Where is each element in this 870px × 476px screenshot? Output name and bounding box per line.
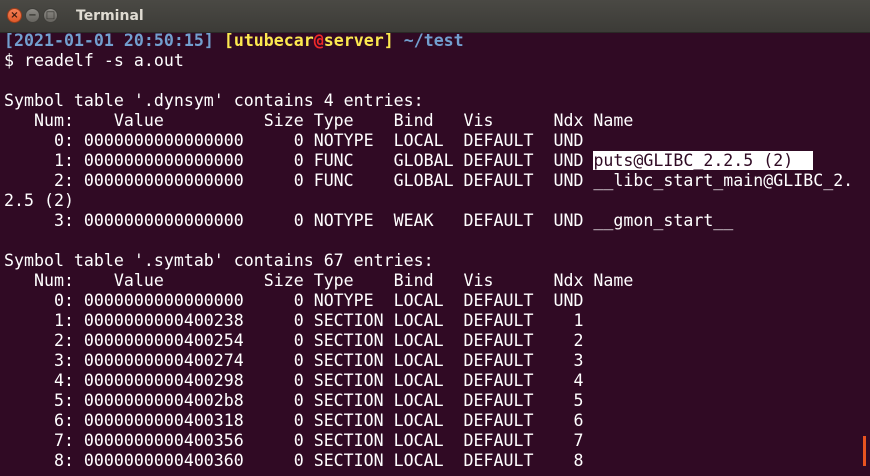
symtab-row: 4: 0000000000400298 0 SECTION LOCAL DEFA… (4, 371, 594, 390)
symtab-row: 3: 0000000000400274 0 SECTION LOCAL DEFA… (4, 351, 594, 370)
terminal-window: × − □ Terminal [2021-01-01 20:50:15] [ut… (0, 0, 870, 476)
text-selection[interactable]: puts@GLIBC_2.2.5 (2) (593, 151, 814, 170)
row-prefix: 1: 0000000000000000 0 FUNC GLOBAL DEFAUL… (4, 151, 594, 170)
minimize-button[interactable]: − (25, 8, 40, 23)
maximize-button[interactable]: □ (43, 8, 58, 23)
prompt-bracket: [ (223, 31, 234, 50)
prompt-host: server (323, 31, 384, 50)
symtab-row: 1: 0000000000400238 0 SECTION LOCAL DEFA… (4, 311, 594, 330)
title-bar[interactable]: × − □ Terminal (0, 0, 870, 33)
prompt-bracket: ] (383, 31, 394, 50)
prompt-user: utubecar (233, 31, 314, 50)
command-line: $ readelf -s a.out (4, 51, 184, 70)
prompt-line: [2021-01-01 20:50:15] [utubecar@server] … (4, 31, 866, 51)
prompt-path: ~/test (403, 31, 464, 50)
dynsym-row: 2: 0000000000000000 0 FUNC GLOBAL DEFAUL… (4, 171, 854, 190)
window-controls: × − □ (7, 8, 58, 23)
terminal-output[interactable]: [2021-01-01 20:50:15] [utubecar@server] … (4, 31, 866, 476)
dynsym-header: Num: Value Size Type Bind Vis Ndx Name (4, 111, 634, 130)
dynsym-row: 3: 0000000000000000 0 NOTYPE WEAK DEFAUL… (4, 211, 734, 230)
symtab-row: 5: 00000000004002b8 0 SECTION LOCAL DEFA… (4, 391, 594, 410)
symtab-row: 2: 0000000000400254 0 SECTION LOCAL DEFA… (4, 331, 594, 350)
scrollbar-thumb[interactable] (863, 436, 866, 466)
prompt-at: @ (313, 31, 324, 50)
prompt-datetime: 2021-01-01 20:50:15 (14, 31, 204, 50)
dynsym-row-wrap: 2.5 (2) (4, 191, 74, 210)
dynsym-heading: Symbol table '.dynsym' contains 4 entrie… (4, 91, 424, 110)
close-button[interactable]: × (7, 8, 22, 23)
symtab-header: Num: Value Size Type Bind Vis Ndx Name (4, 271, 634, 290)
prompt-bracket: [ (4, 31, 14, 50)
prompt-bracket: ] (203, 31, 214, 50)
symtab-row: 0: 0000000000000000 0 NOTYPE LOCAL DEFAU… (4, 291, 594, 310)
symtab-row: 8: 0000000000400360 0 SECTION LOCAL DEFA… (4, 451, 594, 470)
window-title: Terminal (76, 8, 144, 24)
dynsym-row-selected: 1: 0000000000000000 0 FUNC GLOBAL DEFAUL… (4, 151, 866, 171)
symtab-row: 6: 0000000000400318 0 SECTION LOCAL DEFA… (4, 411, 594, 430)
dynsym-row: 0: 0000000000000000 0 NOTYPE LOCAL DEFAU… (4, 131, 594, 150)
symtab-row: 7: 0000000000400356 0 SECTION LOCAL DEFA… (4, 431, 594, 450)
symtab-heading: Symbol table '.symtab' contains 67 entri… (4, 251, 434, 270)
